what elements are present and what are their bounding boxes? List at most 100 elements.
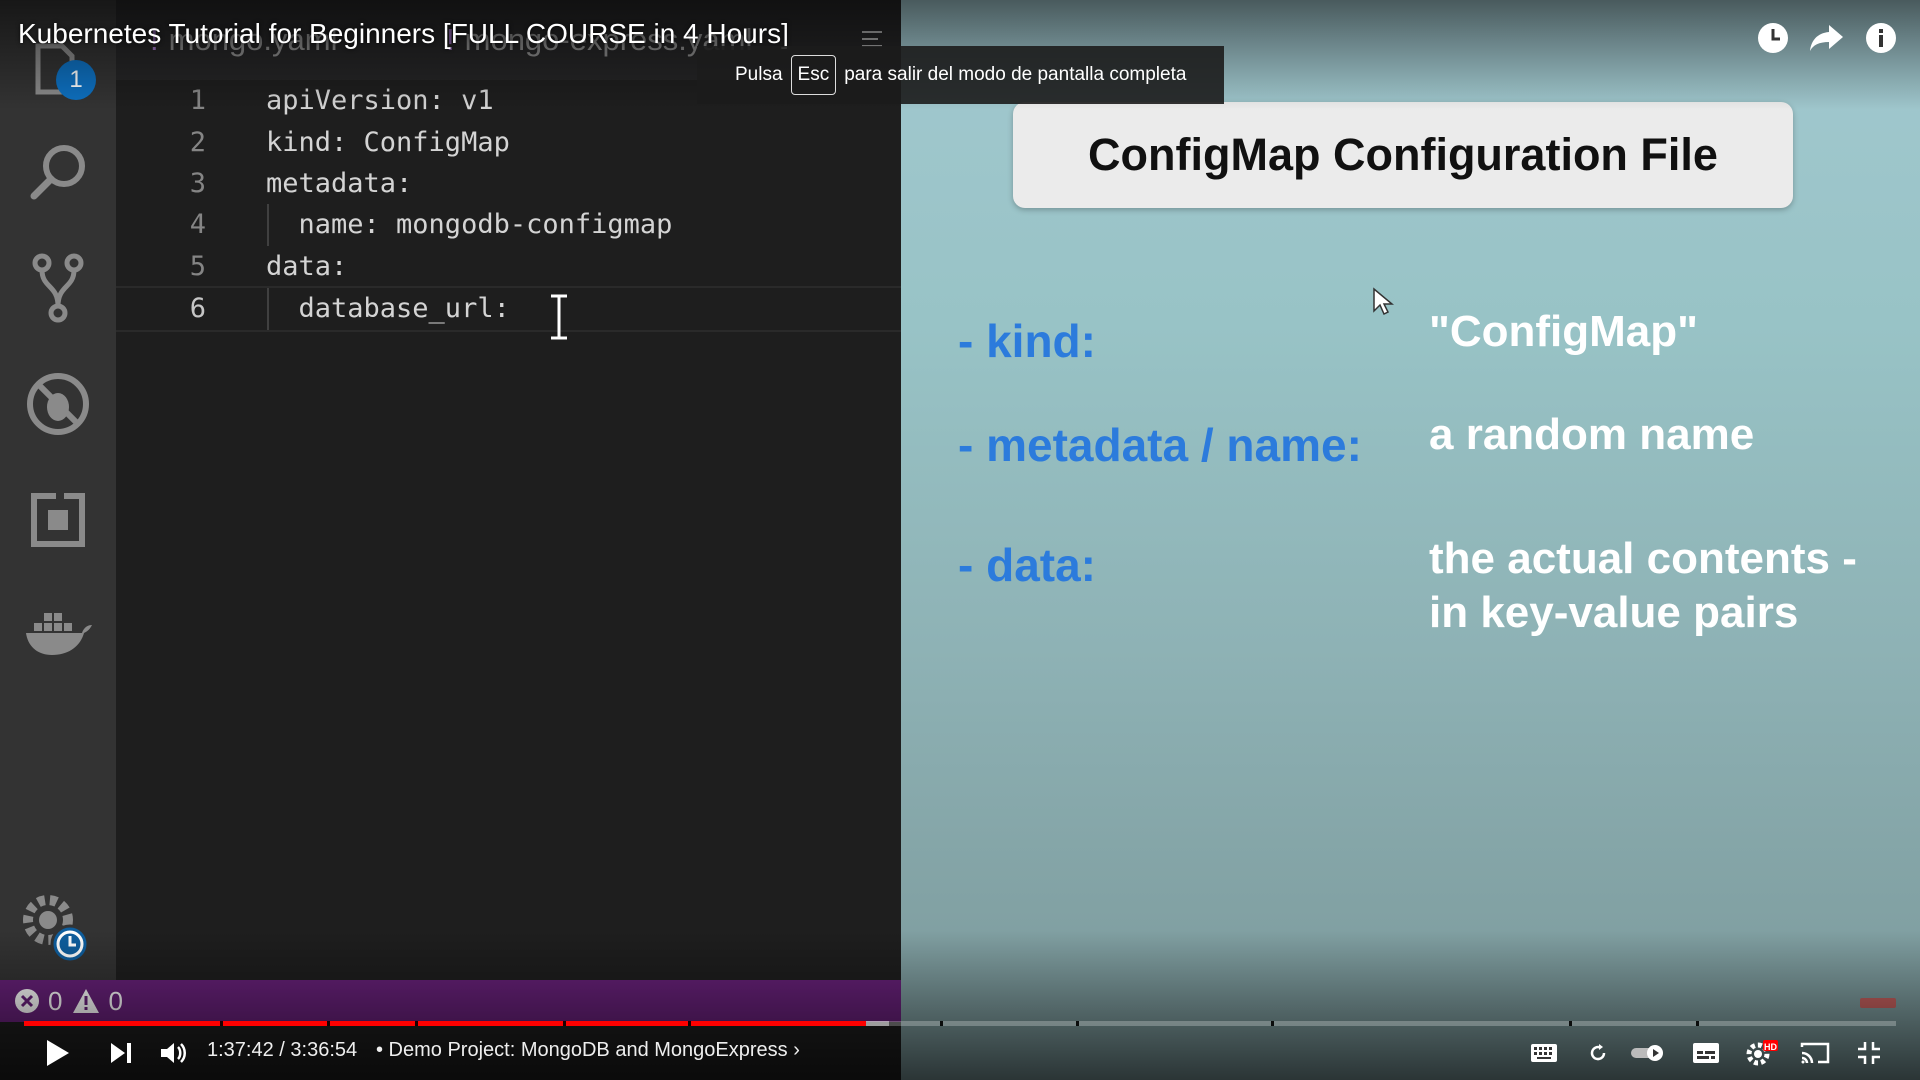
warning-icon	[73, 989, 100, 1013]
line-number: 1	[189, 85, 206, 116]
progress-bar[interactable]	[24, 1021, 1896, 1026]
time-total: 3:36:54	[290, 1039, 358, 1061]
line-number: 2	[189, 127, 206, 158]
chapter-marker	[563, 1021, 566, 1026]
slide-value-kind: "ConfigMap"	[1429, 307, 1699, 356]
slide-value-data-line2: in key-value pairs	[1429, 588, 1799, 637]
line-text: apiVersion: v1	[266, 85, 494, 116]
clock-icon	[1758, 23, 1788, 53]
search-button[interactable]	[0, 122, 116, 222]
gear-clock-icon	[23, 895, 90, 964]
share-arrow-icon	[1810, 25, 1843, 51]
play-button[interactable]	[40, 1030, 76, 1076]
indent-guide	[267, 204, 269, 246]
watch-later-button[interactable]	[1753, 18, 1793, 58]
line-text: metadata:	[266, 168, 413, 199]
subtitles-icon	[1693, 1043, 1719, 1063]
git-branch-icon	[32, 253, 84, 323]
cast-button[interactable]	[1798, 1030, 1832, 1076]
extensions-icon	[31, 492, 85, 547]
loop-button[interactable]	[1584, 1030, 1612, 1076]
chapter-marker	[1696, 1021, 1699, 1026]
fullscreen-notice: Pulsa Esc para salir del modo de pantall…	[697, 46, 1224, 104]
line-number: 5	[189, 251, 206, 282]
exit-fullscreen-button[interactable]	[1852, 1030, 1886, 1076]
chapter-marker	[1076, 1021, 1079, 1026]
chapter-marker	[1271, 1021, 1274, 1026]
code-line: 5 data:	[116, 246, 901, 288]
volume-button[interactable]	[156, 1030, 192, 1076]
settings-button[interactable]: HD	[1744, 1030, 1780, 1076]
keyboard-button[interactable]	[1528, 1030, 1560, 1076]
line-number: 6	[189, 293, 206, 324]
manage-settings-button[interactable]	[0, 880, 116, 980]
chapter-marker	[1569, 1021, 1572, 1026]
slide-key-kind: - kind:	[958, 315, 1096, 367]
chapter-marker	[327, 1021, 330, 1026]
channel-watermark[interactable]	[1860, 998, 1896, 1008]
info-button[interactable]	[1861, 18, 1901, 58]
line-number: 4	[189, 209, 206, 240]
next-icon	[111, 1043, 131, 1063]
exit-fullscreen-icon	[1858, 1042, 1880, 1064]
text-cursor-icon	[551, 294, 567, 340]
slide-value-metadata-name: a random name	[1429, 410, 1755, 459]
chapter-marker	[220, 1021, 223, 1026]
extensions-button[interactable]	[0, 470, 116, 570]
esc-key-label: Esc	[790, 55, 837, 95]
autoplay-toggle-icon	[1631, 1045, 1663, 1061]
code-line-current: 6 database_url:	[116, 286, 901, 332]
slide-title: ConfigMap Configuration File	[1088, 129, 1718, 180]
time-separator: /	[279, 1039, 285, 1061]
time-display: 1:37:42 / 3:36:54	[207, 1039, 357, 1062]
docker-whale-icon	[26, 613, 92, 655]
share-button[interactable]	[1807, 18, 1847, 58]
docker-button[interactable]	[0, 584, 116, 684]
line-text: data:	[266, 251, 348, 282]
code-editor[interactable]: 1 apiVersion: v1 2 kind: ConfigMap 3 met…	[116, 80, 901, 980]
info-icon	[1866, 23, 1896, 53]
next-button[interactable]	[104, 1030, 138, 1076]
code-line: 4 name: mongodb-configmap	[116, 204, 901, 246]
time-current: 1:37:42	[207, 1039, 274, 1061]
debug-button[interactable]	[0, 354, 116, 454]
progress-played	[24, 1021, 867, 1026]
error-count: 0	[48, 985, 63, 1016]
line-text: database_url:	[266, 293, 527, 324]
fullscreen-notice-suffix: para salir del modo de pantalla completa	[844, 64, 1187, 85]
mouse-pointer-icon	[1373, 287, 1394, 316]
line-text: name: mongodb-configmap	[266, 209, 673, 240]
slide-key-metadata-name: - metadata / name:	[958, 419, 1362, 471]
error-icon	[15, 989, 39, 1013]
fullscreen-notice-prefix: Pulsa	[735, 64, 783, 85]
subtitles-button[interactable]	[1690, 1030, 1722, 1076]
line-number: 3	[189, 168, 206, 199]
slide-title-box: ConfigMap Configuration File	[1013, 102, 1793, 208]
chapter-marker	[415, 1021, 418, 1026]
chapter-title[interactable]: • Demo Project: MongoDB and MongoExpress…	[376, 1039, 800, 1062]
search-icon	[30, 145, 85, 200]
slide-key-data: - data:	[958, 539, 1096, 591]
keyboard-icon	[1531, 1044, 1557, 1062]
debug-no-bug-icon	[27, 373, 89, 435]
line-text: kind: ConfigMap	[266, 127, 510, 158]
play-icon	[47, 1040, 69, 1066]
warning-count: 0	[108, 985, 123, 1016]
code-line: 2 kind: ConfigMap	[116, 122, 901, 164]
explorer-badge: 1	[56, 60, 96, 100]
hd-badge: HD	[1764, 1042, 1777, 1052]
vscode-window: 1 ! mongo.yaml ! mongo-express.yaml 1 ap…	[0, 0, 901, 1080]
cast-icon	[1800, 1042, 1830, 1064]
source-control-button[interactable]	[0, 238, 116, 338]
indent-guide	[267, 288, 269, 330]
presentation-slide: ConfigMap Configuration File - kind: "Co…	[901, 0, 1920, 1080]
activity-bar: 1	[0, 0, 116, 980]
problems-indicator[interactable]: 0 0	[14, 986, 133, 1017]
status-bar: 0 0	[0, 980, 901, 1022]
loop-icon	[1590, 1044, 1606, 1061]
video-title[interactable]: Kubernetes Tutorial for Beginners [FULL …	[18, 18, 789, 50]
slide-value-data-line1: the actual contents -	[1429, 534, 1857, 583]
autoplay-toggle[interactable]	[1630, 1030, 1666, 1076]
code-line: 3 metadata:	[116, 163, 901, 205]
chapter-marker	[688, 1021, 691, 1026]
